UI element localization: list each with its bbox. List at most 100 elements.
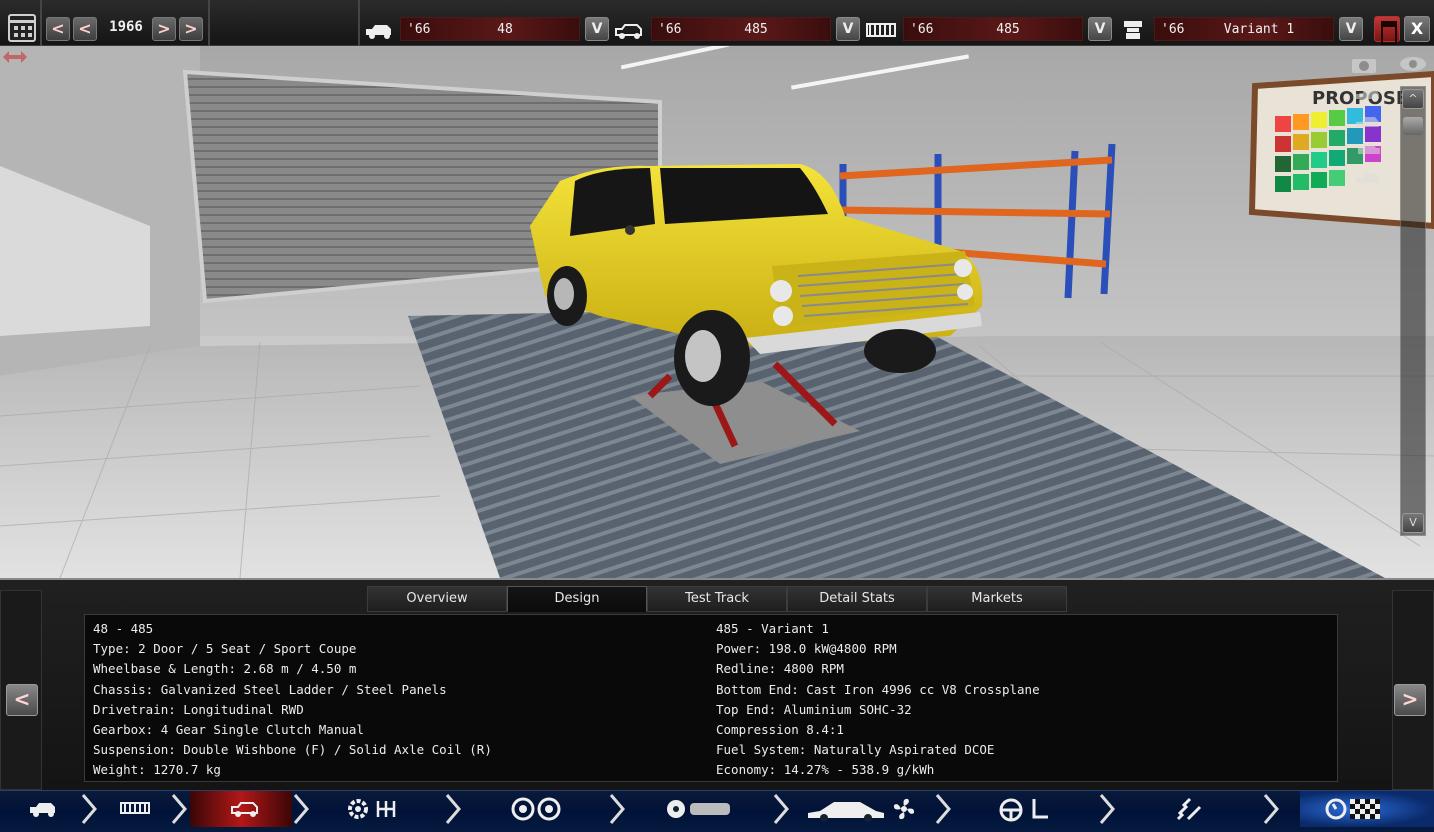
step-chevron-icon	[171, 794, 187, 824]
close-button[interactable]: X	[1404, 16, 1430, 42]
step-chevron-icon	[1099, 794, 1115, 824]
car-stat-suspension: Suspension: Double Wishbone (F) / Solid …	[93, 742, 492, 758]
body-step[interactable]	[792, 791, 932, 827]
eye-icon[interactable]	[1398, 54, 1428, 74]
year-next-fast-button[interactable]: >	[179, 17, 203, 41]
engine-variant-name: Variant 1	[1223, 22, 1295, 37]
car-body-icon	[808, 802, 884, 822]
car-trim-icon	[231, 802, 258, 817]
interior-step[interactable]	[954, 791, 1094, 827]
checkered-flag-icon	[1350, 799, 1380, 819]
engine-stat-compression: Compression 8.4:1	[716, 721, 844, 737]
car-stat-title: 48 - 485	[93, 621, 154, 636]
prev-page-button[interactable]: <	[6, 684, 38, 716]
car-stat-weight: Weight: 1270.7 kg	[93, 762, 221, 778]
car-stats-column: 48 - 485 Type: 2 Door / 5 Seat / Sport C…	[93, 619, 492, 781]
tab-markets[interactable]: Markets	[927, 586, 1067, 612]
top-toolbar: < < 1966 > > '66 48 V '66 485 V '66 485 …	[0, 0, 1434, 46]
steering-wheel-icon	[999, 798, 1023, 822]
year-prev-button[interactable]: <	[46, 17, 70, 41]
wheels-step[interactable]	[465, 791, 605, 827]
year-prev-fast-button[interactable]: <	[73, 17, 97, 41]
stats-box: 48 - 485 Type: 2 Door / 5 Seat / Sport C…	[84, 614, 1338, 782]
car-stat-type: Type: 2 Door / 5 Seat / Sport Coupe	[93, 641, 357, 657]
engine-variant-select[interactable]: '66 Variant 1	[1154, 17, 1334, 41]
chassis-step[interactable]	[100, 791, 170, 827]
tab-test-track[interactable]: Test Track	[647, 586, 787, 612]
engine-family-dropdown-button[interactable]: V	[1088, 17, 1112, 41]
design-steps-nav	[0, 790, 1434, 832]
calendar-icon[interactable]	[8, 14, 36, 42]
car-trim-dropdown-button[interactable]: V	[836, 17, 860, 41]
engine-family-select[interactable]: '66 485	[903, 17, 1083, 41]
gearbox-icon	[376, 801, 396, 817]
car-model-name: 48	[497, 22, 513, 37]
engine-variant-icon	[1124, 21, 1142, 39]
engine-variant-dropdown-button[interactable]: V	[1339, 17, 1363, 41]
step-chevron-icon	[773, 794, 789, 824]
car-stat-drivetrain: Drivetrain: Longitudinal RWD	[93, 701, 304, 717]
engine-stat-title: 485 - Variant 1	[716, 621, 829, 636]
car-stat-chassis: Chassis: Galvanized Steel Ladder / Steel…	[93, 681, 447, 697]
trim-step[interactable]	[190, 791, 292, 827]
engine-stats-column: 485 - Variant 1 Power: 198.0 kW@4800 RPM…	[716, 619, 1040, 781]
car-model-select[interactable]: '66 48	[400, 17, 580, 41]
car-front-view-icon[interactable]	[1354, 82, 1384, 102]
car-model-year: '66	[407, 22, 431, 37]
car-model-icon	[366, 25, 391, 39]
car-trim-icon	[615, 24, 642, 39]
scroll-thumb[interactable]	[1403, 117, 1423, 135]
rotate-reset-icon[interactable]	[0, 46, 30, 68]
engine-stat-fuel-system: Fuel System: Naturally Aspirated DCOE	[716, 742, 995, 758]
scroll-up-button[interactable]: ^	[1402, 89, 1424, 109]
camera-icon[interactable]	[1350, 54, 1380, 74]
engine-family-year: '66	[910, 22, 934, 37]
engine-stat-redline: Redline: 4800 RPM	[716, 661, 844, 677]
car-top-view-icon[interactable]	[1354, 166, 1384, 186]
wheel-icon	[511, 797, 535, 821]
engine-stat-bottom-end: Bottom End: Cast Iron 4996 cc V8 Crosspl…	[716, 681, 1040, 697]
suspension-step[interactable]	[1118, 791, 1258, 827]
spring-icon	[1176, 797, 1202, 821]
car-silhouette-icon	[30, 803, 55, 817]
car-trim-name: 485	[744, 22, 768, 37]
engine-stat-economy: Economy: 14.27% - 538.9 g/kWh	[716, 762, 935, 778]
camera-zoom-scrollbar[interactable]: ^ V	[1400, 86, 1426, 536]
step-chevron-icon	[445, 794, 461, 824]
scroll-down-button[interactable]: V	[1402, 513, 1424, 533]
info-panel: Overview Design Test Track Detail Stats …	[0, 578, 1434, 790]
tab-detail-stats[interactable]: Detail Stats	[787, 586, 927, 612]
garage-3d-viewport[interactable]: PROPOSE	[0, 46, 1434, 578]
gauge-icon	[1325, 798, 1347, 820]
next-page-button[interactable]: >	[1394, 684, 1426, 716]
wheel-icon	[537, 797, 561, 821]
model-step[interactable]	[0, 791, 80, 827]
testing-step[interactable]	[1300, 791, 1434, 827]
engine-step[interactable]	[628, 791, 770, 827]
step-chevron-icon	[609, 794, 625, 824]
garage-scene: PROPOSE	[0, 46, 1434, 578]
car-rear-view-icon[interactable]	[1354, 138, 1384, 158]
car-stat-gearbox: Gearbox: 4 Gear Single Clutch Manual	[93, 721, 364, 737]
seat-icon	[1032, 799, 1048, 819]
step-chevron-icon	[81, 794, 97, 824]
year-next-button[interactable]: >	[152, 17, 176, 41]
tab-design[interactable]: Design	[507, 586, 647, 612]
step-chevron-icon	[293, 794, 309, 824]
car-trim-select[interactable]: '66 485	[651, 17, 831, 41]
chassis-frame-icon	[120, 802, 150, 814]
car-stat-wheelbase: Wheelbase & Length: 2.68 m / 4.50 m	[93, 661, 357, 677]
tab-overview[interactable]: Overview	[367, 586, 507, 612]
fan-icon	[893, 798, 915, 820]
car-trim-year: '66	[658, 22, 682, 37]
engine-family-icon	[866, 23, 896, 37]
step-chevron-icon	[1263, 794, 1279, 824]
car-model-dropdown-button[interactable]: V	[585, 17, 609, 41]
car-side-view-icon[interactable]	[1354, 110, 1384, 130]
engine-family-name: 485	[996, 22, 1020, 37]
drivetrain-step[interactable]	[312, 791, 442, 827]
save-icon[interactable]	[1374, 16, 1400, 45]
gear-icon	[348, 799, 368, 819]
engine-variant-year: '66	[1161, 22, 1185, 37]
engine-stat-power: Power: 198.0 kW@4800 RPM	[716, 641, 897, 657]
